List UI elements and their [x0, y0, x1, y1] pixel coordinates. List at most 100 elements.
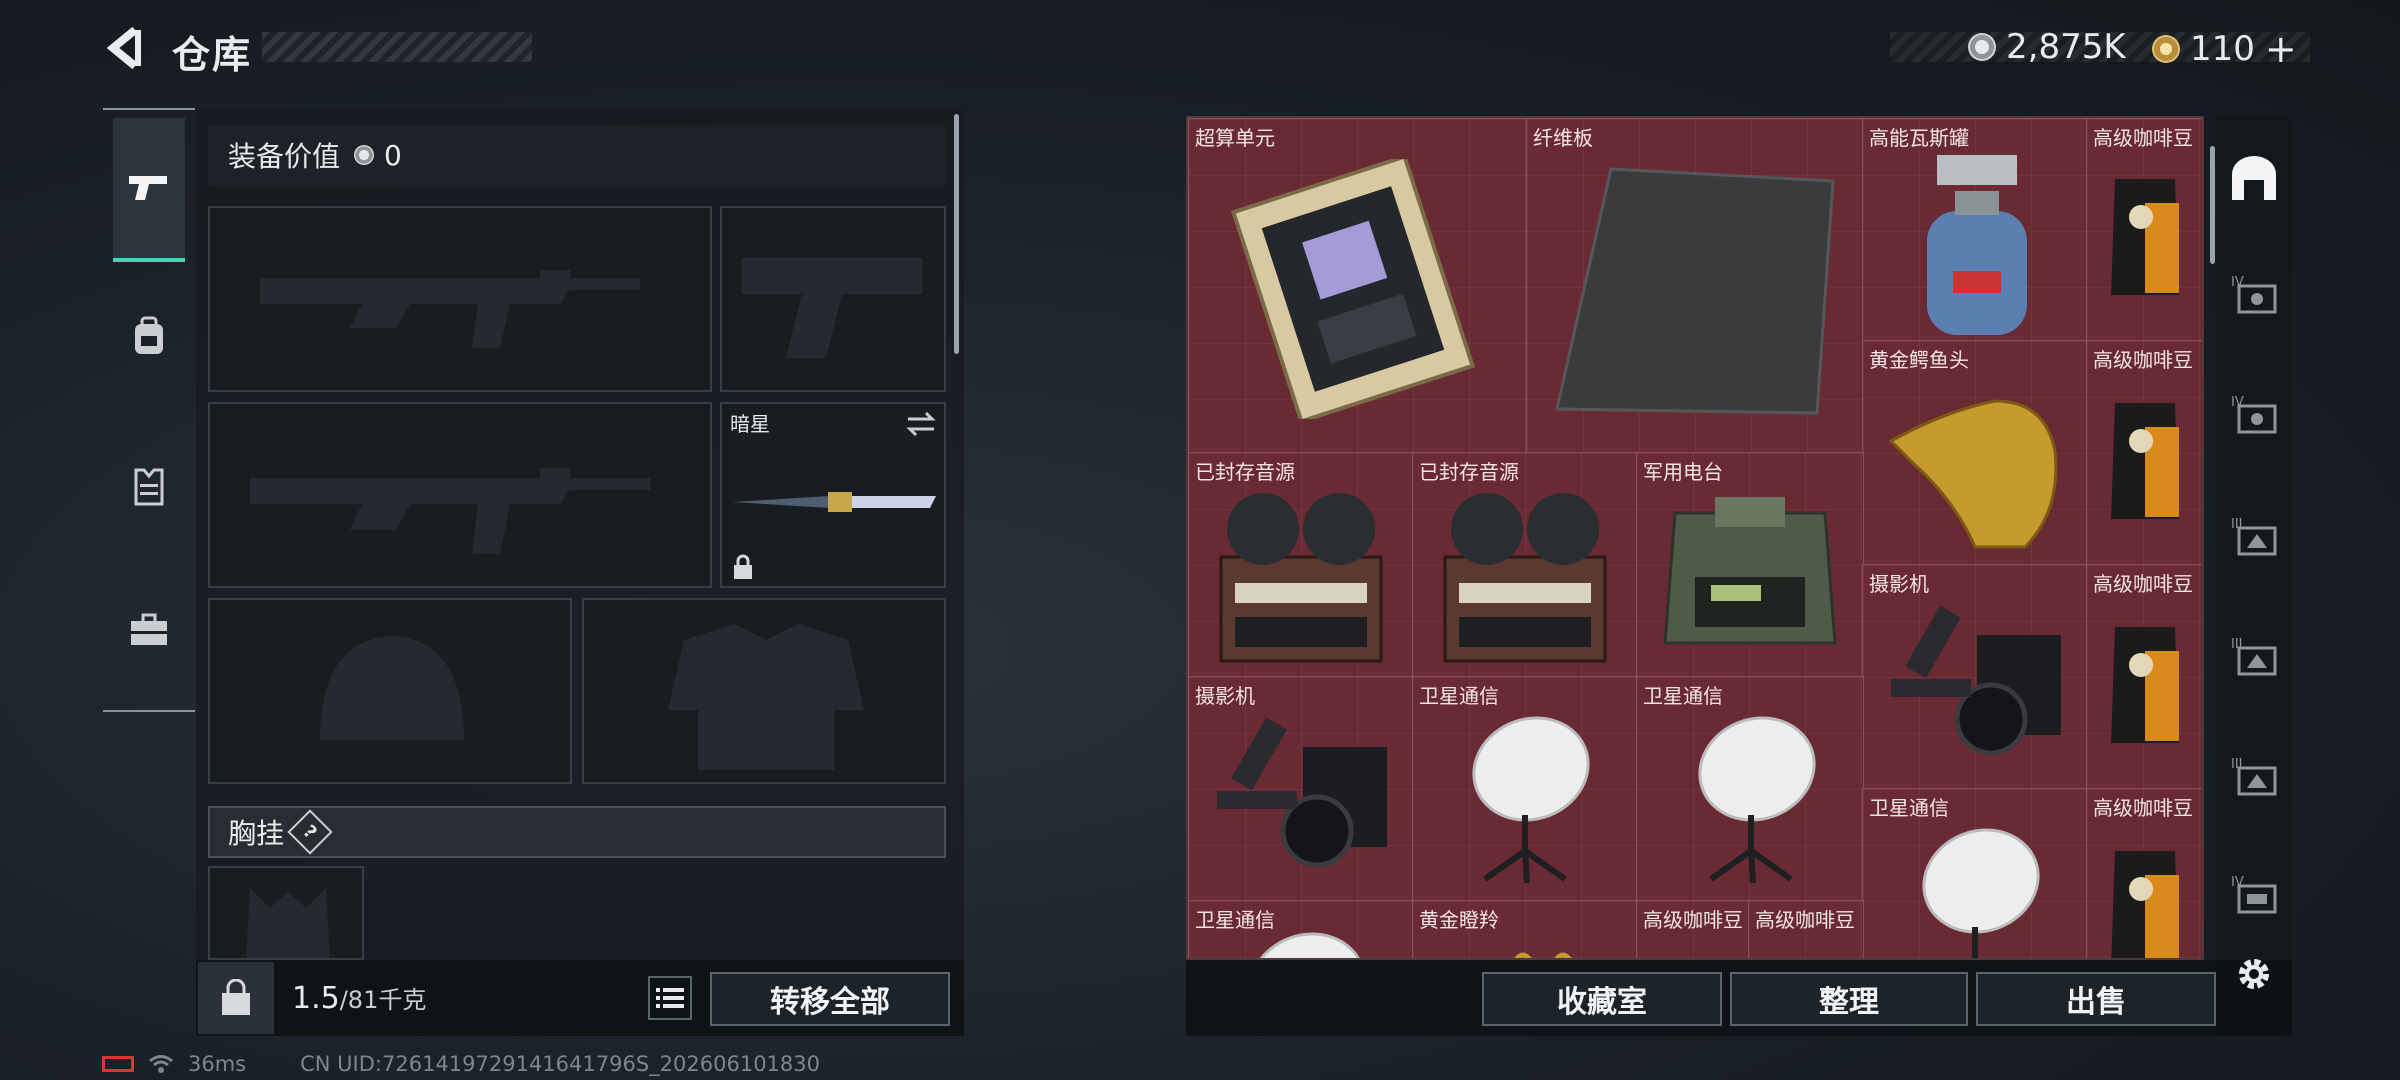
storage-item[interactable]: 高级咖啡豆 [2086, 788, 2202, 958]
tab-storage-main[interactable] [2220, 142, 2288, 214]
item-name: 高级咖啡豆 [1643, 908, 1743, 932]
storage-item[interactable]: 卫星通信 [1412, 676, 1638, 902]
weight-max: /81千克 [339, 986, 427, 1014]
item-name: 摄影机 [1195, 684, 1255, 708]
tab-storage-iv-3[interactable]: IV [2220, 858, 2288, 930]
lock-icon [734, 554, 752, 579]
tab-storage-iii-3[interactable]: III [2220, 740, 2288, 812]
svg-text:IV: IV [2231, 875, 2244, 890]
currency-primary-value: 2,875K [2006, 27, 2126, 67]
satellite-dish-icon [1472, 716, 1590, 884]
knife-icon [732, 492, 936, 512]
storage-item[interactable]: 卫星通信 [1188, 900, 1414, 958]
status-line: 36ms CN UID:7261419729141641796S_2026061… [102, 1052, 820, 1076]
storage-item[interactable]: 已封存音源 [1188, 452, 1414, 678]
equipment-scrollbar[interactable] [954, 114, 959, 354]
item-name: 军用电台 [1643, 460, 1723, 484]
rail-divider-bottom [103, 710, 195, 712]
armor-silhouette-icon [668, 624, 864, 770]
gear-icon [2239, 959, 2269, 989]
collection-room-button[interactable]: 收藏室 [1482, 972, 1722, 1026]
vest-icon [134, 468, 164, 506]
warehouse-icon [2232, 156, 2276, 200]
item-name: 高级咖啡豆 [2093, 796, 2193, 820]
help-icon[interactable]: ? [287, 809, 333, 855]
storage-box-iv-icon: IV [2231, 875, 2277, 914]
sell-button[interactable]: 出售 [1976, 972, 2216, 1026]
storage-item[interactable]: 高级咖啡豆 [2086, 118, 2202, 342]
storage-item[interactable]: 摄影机 [1862, 564, 2088, 790]
tab-storage-iv-2[interactable]: IV [2220, 378, 2288, 450]
storage-scrollbar[interactable] [2210, 146, 2215, 264]
coffee-bag-icon [2111, 627, 2179, 743]
storage-box-iv-icon: IV [2231, 395, 2277, 434]
currency-primary: 2,875K [1968, 27, 2126, 67]
sidearm-slot[interactable] [720, 206, 946, 392]
armor-slot[interactable] [582, 598, 946, 784]
storage-item[interactable]: 摄影机 [1188, 676, 1414, 902]
uid-text: CN UID:7261419729141641796S_202606101830 [300, 1052, 820, 1076]
item-name: 高级咖啡豆 [2093, 126, 2193, 150]
storage-item[interactable]: 纤维板 [1526, 118, 1864, 454]
satellite-dish-icon [1698, 716, 1816, 884]
back-button[interactable] [100, 22, 150, 74]
storage-item[interactable]: 高级咖啡豆 [2086, 340, 2202, 566]
primary-weapon-slot-1[interactable] [208, 206, 712, 392]
storage-item[interactable]: 卫星通信 [1636, 676, 1864, 902]
list-icon [656, 988, 684, 1008]
storage-item[interactable]: 高级咖啡豆 [1636, 900, 1750, 958]
storage-box-iii-icon: III [2231, 757, 2277, 796]
item-name: 已封存音源 [1195, 460, 1295, 484]
list-view-button[interactable] [648, 976, 692, 1020]
back-arrow-icon [106, 26, 141, 70]
tab-storage-iii-2[interactable]: III [2220, 620, 2288, 692]
title-decoration [262, 32, 532, 62]
storage-item[interactable]: 黄金鳄鱼头 [1862, 340, 2088, 566]
storage-item[interactable]: 高级咖啡豆 [1748, 900, 1864, 958]
melee-slot[interactable]: 暗星 [720, 402, 946, 588]
item-name: 卫星通信 [1419, 684, 1499, 708]
tab-storage-iii-1[interactable]: III [2220, 500, 2288, 572]
settings-button[interactable] [2232, 952, 2276, 996]
chest-rig-silhouette-icon [246, 888, 330, 958]
swap-icon[interactable] [906, 410, 936, 438]
svg-text:III: III [2231, 757, 2243, 772]
item-name: 黄金瞪羚 [1419, 908, 1499, 932]
item-name: 黄金鳄鱼头 [1869, 348, 1969, 372]
item-name: 已封存音源 [1419, 460, 1519, 484]
page-title: 仓库 [172, 33, 253, 77]
storage-item[interactable]: 高级咖啡豆 [2086, 564, 2202, 790]
storage-item[interactable]: 高能瓦斯罐 [1862, 118, 2088, 342]
storage-item[interactable]: 黄金瞪羚 [1412, 900, 1638, 958]
melee-name: 暗星 [730, 412, 770, 436]
storage-item[interactable]: 已封存音源 [1412, 452, 1638, 678]
helmet-slot[interactable] [208, 598, 572, 784]
storage-item[interactable]: 超算单元 [1188, 118, 1528, 454]
silver-coin-icon [354, 145, 375, 165]
currency-add-button[interactable]: + [2265, 27, 2297, 71]
camera-icon [1891, 605, 2061, 756]
tab-storage-iv-1[interactable]: IV [2220, 258, 2288, 330]
svg-text:IV: IV [2231, 275, 2244, 290]
organize-button[interactable]: 整理 [1730, 972, 1968, 1026]
primary-weapon-slot-2[interactable] [208, 402, 712, 588]
weight-lock-button[interactable] [198, 962, 274, 1034]
chest-rig-label: 胸挂 [228, 817, 285, 850]
transfer-all-button[interactable]: 转移全部 [710, 972, 950, 1026]
carbon-fiber-board-icon [1555, 167, 1835, 415]
svg-text:III: III [2231, 517, 2243, 532]
storage-item[interactable]: 军用电台 [1636, 452, 1864, 678]
tab-vest[interactable] [113, 450, 185, 522]
tab-toolbox[interactable] [113, 594, 185, 666]
item-name: 高级咖啡豆 [1755, 908, 1855, 932]
tab-backpack[interactable] [113, 300, 185, 372]
item-name: 超算单元 [1195, 126, 1275, 150]
helmet-silhouette-icon [320, 636, 464, 740]
chest-rig-slot[interactable] [208, 866, 364, 960]
tab-weapons[interactable] [113, 118, 185, 262]
storage-box-iii-icon: III [2231, 517, 2277, 556]
reel-to-reel-icon [1219, 493, 1383, 663]
currency-secondary[interactable]: 110 + [2152, 27, 2297, 71]
storage-item[interactable]: 卫星通信 [1862, 788, 2088, 958]
weight-readout: 1.5/81千克 [292, 980, 426, 1016]
